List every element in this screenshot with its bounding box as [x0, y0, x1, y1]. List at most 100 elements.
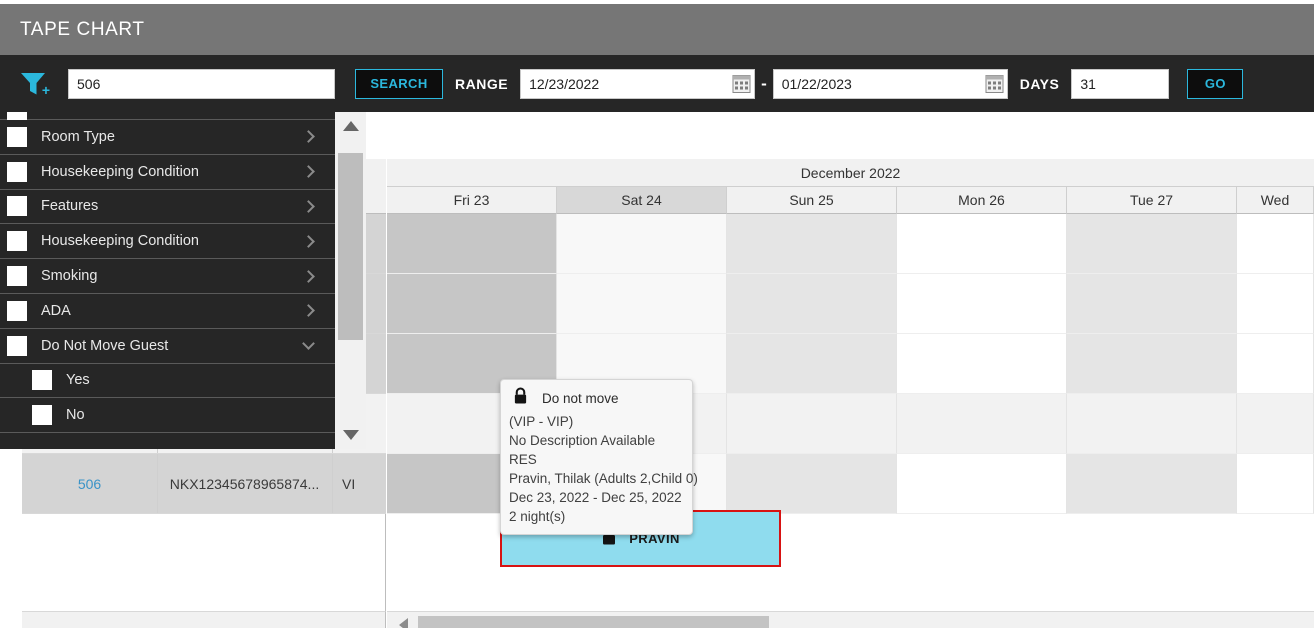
- grid-cell[interactable]: [897, 454, 1067, 514]
- grid-cell[interactable]: [1237, 454, 1314, 514]
- checkbox-8[interactable]: [32, 405, 52, 426]
- go-button[interactable]: GO: [1187, 68, 1244, 99]
- calendar-icon-to[interactable]: [985, 74, 1004, 93]
- grid-cell[interactable]: [557, 214, 727, 274]
- filter-item-room-type[interactable]: Room Type: [0, 120, 335, 155]
- day-header-1[interactable]: Sat 24: [557, 187, 727, 214]
- filter-add-button[interactable]: +: [0, 55, 68, 112]
- tooltip-line: (VIP - VIP): [509, 414, 574, 429]
- chevron-left-icon[interactable]: [399, 617, 408, 628]
- chevron-right-icon[interactable]: [302, 165, 315, 179]
- grid-cell[interactable]: [1067, 454, 1237, 514]
- checkbox-4[interactable]: [7, 266, 27, 287]
- room-code-cell: VI: [342, 475, 356, 492]
- grid-cell[interactable]: [727, 394, 897, 454]
- grid-cell[interactable]: [1237, 214, 1314, 274]
- filter-item-label: No: [66, 407, 85, 424]
- grid-cell[interactable]: [727, 274, 897, 334]
- grid-cell[interactable]: [897, 274, 1067, 334]
- day-header-2[interactable]: Sun 25: [727, 187, 897, 214]
- grid-cell[interactable]: [897, 334, 1067, 394]
- horizontal-scrollbar[interactable]: [387, 611, 1314, 628]
- checkbox-1[interactable]: [7, 161, 27, 182]
- grid-cell[interactable]: [897, 394, 1067, 454]
- grid-cell[interactable]: [1067, 334, 1237, 394]
- room-number-cell[interactable]: 506: [22, 454, 157, 513]
- filter-item-ada[interactable]: ADA: [0, 294, 335, 329]
- filter-item-do-not-move-guest[interactable]: Do Not Move Guest: [0, 329, 335, 364]
- grid-cell[interactable]: [1237, 274, 1314, 334]
- column-divider: [332, 454, 333, 513]
- grid-cell[interactable]: [1067, 394, 1237, 454]
- grid-cell[interactable]: [1067, 274, 1237, 334]
- days-input[interactable]: [1071, 68, 1170, 99]
- range-to-input[interactable]: [772, 68, 1008, 99]
- search-button[interactable]: SEARCH: [355, 68, 443, 99]
- grid-cell[interactable]: [897, 214, 1067, 274]
- chevron-right-icon[interactable]: [302, 234, 315, 248]
- chevron-up-icon[interactable]: [342, 121, 359, 131]
- calendar-icon-from[interactable]: [732, 74, 751, 93]
- chevron-down-icon[interactable]: [342, 430, 359, 440]
- tooltip-line: RES: [509, 452, 537, 467]
- day-header-label: Sun 25: [789, 192, 834, 208]
- day-header-label: Sat 24: [621, 192, 662, 208]
- filter-item-no[interactable]: No: [0, 398, 335, 434]
- checkbox-6[interactable]: [7, 335, 27, 356]
- grid-cell[interactable]: [1237, 334, 1314, 394]
- tooltip-lines: (VIP - VIP) No Description Available RES Pr…: [509, 412, 698, 526]
- chevron-right-icon[interactable]: [302, 200, 315, 213]
- filter-item-housekeeping-condition[interactable]: Housekeeping Condition: [0, 155, 335, 190]
- grid-cell[interactable]: [727, 214, 897, 274]
- filter-panel-scrollbar[interactable]: [335, 112, 366, 449]
- grid-cell[interactable]: [727, 454, 897, 514]
- filter-scrollbar-thumb[interactable]: [338, 153, 363, 340]
- grid-cell[interactable]: [387, 214, 557, 274]
- table-row[interactable]: 506 NKX12345678965874... VI: [22, 454, 386, 514]
- filter-item-label: Do Not Move Guest: [41, 337, 169, 354]
- tooltip-line: Dec 23, 2022 - Dec 25, 2022: [509, 490, 682, 505]
- reservation-tooltip: Do not move (VIP - VIP) No Description Av…: [500, 379, 698, 535]
- tape-chart-app: TAPE CHART + SEARCH RANGE: [0, 0, 1314, 628]
- grid-cell[interactable]: [1067, 214, 1237, 274]
- checkbox-2[interactable]: [7, 196, 27, 217]
- range-label: RANGE: [455, 75, 509, 92]
- page-title: TAPE CHART: [20, 18, 145, 40]
- day-header-0[interactable]: Fri 23: [387, 187, 557, 214]
- checkbox-5[interactable]: [7, 300, 27, 321]
- filter-item-label: Smoking: [41, 268, 98, 285]
- checkbox-7[interactable]: [32, 370, 52, 391]
- day-header-3[interactable]: Mon 26: [897, 187, 1067, 214]
- filter-item-label: Features: [41, 198, 99, 215]
- filter-item-smoking[interactable]: Smoking: [0, 259, 335, 294]
- column-divider: [157, 454, 158, 513]
- tooltip-header: Do not move: [509, 386, 684, 412]
- range-from-input[interactable]: [520, 68, 756, 99]
- chevron-right-icon[interactable]: [302, 130, 315, 144]
- grid-cell[interactable]: [557, 274, 727, 334]
- horizontal-scrollbar-thumb[interactable]: [418, 616, 769, 628]
- checkbox-0[interactable]: [7, 126, 27, 147]
- filter-item-partial-top[interactable]: [0, 112, 335, 120]
- chevron-down-icon[interactable]: [302, 337, 315, 351]
- filter-item-label: Housekeeping Condition: [41, 233, 199, 250]
- filter-item-yes[interactable]: Yes: [0, 364, 335, 399]
- range-separator: -: [761, 73, 767, 93]
- checkbox-3[interactable]: [7, 231, 27, 252]
- chevron-right-icon[interactable]: [302, 304, 315, 318]
- day-header-4[interactable]: Tue 27: [1067, 187, 1237, 214]
- filter-item-housekeeping-condition[interactable]: Housekeeping Condition: [0, 224, 335, 260]
- day-header-5[interactable]: Wed: [1237, 187, 1314, 214]
- search-input[interactable]: [68, 68, 335, 99]
- filter-item-label: ADA: [41, 302, 71, 319]
- grid-cell[interactable]: [387, 274, 557, 334]
- grid-cell[interactable]: [727, 334, 897, 394]
- filter-item-features[interactable]: Features: [0, 190, 335, 225]
- room-name-cell: NKX12345678965874...: [169, 475, 320, 492]
- toolbar: + SEARCH RANGE -: [0, 55, 1314, 112]
- day-header-label: Wed: [1260, 192, 1290, 208]
- checkbox-partial-top[interactable]: [7, 112, 27, 120]
- chevron-right-icon[interactable]: [302, 269, 315, 283]
- month-label: December 2022: [387, 159, 1314, 187]
- grid-cell[interactable]: [1237, 394, 1314, 454]
